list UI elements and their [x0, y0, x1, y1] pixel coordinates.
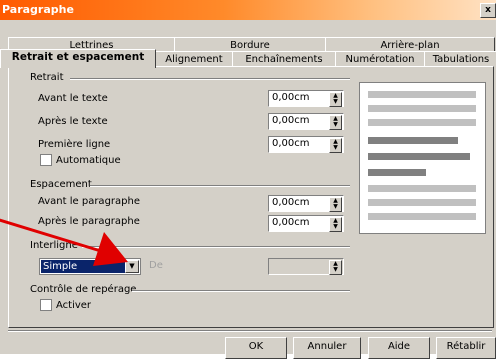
tab-retrait-espacement[interactable]: Retrait et espacement	[0, 49, 156, 68]
paragraph-dialog: Paragraphe x Lettrines Bordure Arrière-p…	[0, 0, 496, 359]
red-arrow-icon	[0, 218, 128, 266]
